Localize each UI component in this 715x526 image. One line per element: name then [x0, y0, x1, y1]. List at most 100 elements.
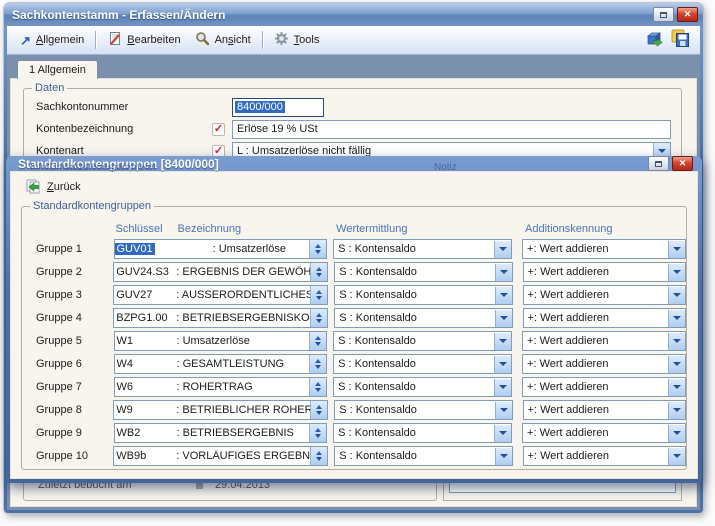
additionskennung-select[interactable]: +: Wert addieren	[522, 331, 686, 351]
dropdown-button[interactable]	[494, 379, 511, 396]
spinner-button[interactable]	[310, 309, 327, 327]
additionskennung-select[interactable]: +: Wert addieren	[522, 354, 686, 374]
save-icon[interactable]	[671, 29, 690, 51]
wertermittlung-select[interactable]: S : Kontensaldo	[334, 285, 512, 305]
wertermittlung-select[interactable]: S : Kontensaldo	[333, 354, 512, 374]
kontenbezeichnung-label: Kontenbezeichnung	[36, 123, 212, 135]
additionskennung-select[interactable]: +: Wert addieren	[523, 446, 686, 466]
tab-allgemein[interactable]: 1 Allgemein	[17, 60, 98, 79]
spinner-down-icon	[315, 250, 321, 254]
additionskennung-select[interactable]: +: Wert addieren	[523, 400, 686, 420]
schluessel-field[interactable]: GUV27 : AUSSERORDENTLICHES ERGEBNIS	[113, 285, 328, 305]
menu-allgemein[interactable]: ↗ Allgemein	[13, 31, 91, 49]
chevron-down-icon	[499, 247, 507, 251]
additionskennung-select[interactable]: +: Wert addieren	[523, 285, 686, 305]
schluessel-field[interactable]: BZPG1.00 : BETRIEBSERGEBNISKONTO	[113, 308, 328, 328]
schluessel-field[interactable]: W1 : Umsatzerlöse	[114, 331, 328, 351]
main-titlebar[interactable]: Sachkontenstamm - Erfassen/Ändern ✕	[4, 3, 703, 26]
wertermittlung-select[interactable]: S : Kontensaldo	[334, 446, 512, 466]
dropdown-button[interactable]	[495, 448, 512, 465]
schluessel-field[interactable]: W6 : ROHERTRAG	[114, 377, 328, 397]
spinner-button[interactable]	[309, 378, 326, 396]
dropdown-button[interactable]	[494, 356, 511, 373]
zurueck-button[interactable]: Zurück	[19, 176, 87, 199]
dropdown-button[interactable]	[494, 333, 511, 350]
dropdown-button[interactable]	[668, 264, 685, 281]
dropdown-button[interactable]	[668, 379, 685, 396]
additionskennung-select[interactable]: +: Wert addieren	[522, 423, 686, 443]
dropdown-button[interactable]	[668, 310, 685, 327]
key-description: : ERGEBNIS DER GEWÖHNLICHEN GES	[176, 266, 310, 278]
close-icon: ✕	[679, 159, 687, 168]
additionskennung-select[interactable]: +: Wert addieren	[522, 239, 686, 259]
dropdown-button[interactable]	[668, 241, 685, 258]
dropdown-button[interactable]	[495, 287, 512, 304]
header-schluessel: Schlüssel	[114, 223, 178, 235]
schluessel-field[interactable]: W9 : BETRIEBLICHER ROHERTRAG	[113, 400, 328, 420]
wertermittlung-select[interactable]: S : Kontensaldo	[333, 331, 512, 351]
close-button[interactable]: ✕	[677, 7, 698, 22]
chevron-down-icon	[500, 293, 508, 297]
dropdown-button[interactable]	[668, 425, 685, 442]
dialog-titlebar[interactable]: Standardkontengruppen [8400/000] Info/Um…	[6, 156, 702, 171]
spinner-button[interactable]	[309, 240, 326, 258]
dropdown-button[interactable]	[495, 264, 512, 281]
kontenbezeichnung-row: Kontenbezeichnung ✓ Erlöse 19 % USt	[36, 119, 671, 139]
schluessel-field[interactable]: GUV01 : Umsatzerlöse	[114, 239, 328, 259]
spinner-down-icon	[315, 434, 321, 438]
spinner-up-icon	[316, 451, 322, 455]
wertermittlung-select[interactable]: S : Kontensaldo	[333, 377, 512, 397]
export-package-icon[interactable]	[645, 30, 663, 51]
wertermittlung-select[interactable]: S : Kontensaldo	[333, 239, 512, 259]
schluessel-field[interactable]: WB9b : VORLÄUFIGES ERGEBNIS	[113, 446, 328, 466]
dialog-restore-button[interactable]	[648, 156, 669, 171]
schluessel-field[interactable]: GUV24.S3 : ERGEBNIS DER GEWÖHNLICHEN GES	[113, 262, 328, 282]
spinner-up-icon	[316, 267, 322, 271]
dropdown-button[interactable]	[668, 402, 685, 419]
dropdown-button[interactable]	[494, 241, 511, 258]
dropdown-button[interactable]	[494, 425, 511, 442]
menu-bearbeiten[interactable]: Bearbeiten	[100, 28, 187, 52]
menu-tools[interactable]: Tools	[267, 28, 327, 52]
dropdown-button[interactable]	[495, 310, 512, 327]
sachkontonummer-input[interactable]: 8400/000	[232, 98, 324, 117]
gear-icon	[274, 31, 289, 49]
spinner-button[interactable]	[310, 447, 327, 465]
wertermittlung-select[interactable]: S : Kontensaldo	[334, 308, 512, 328]
chevron-down-icon	[500, 316, 508, 320]
table-row: Gruppe 9 WB2 : BETRIEBSERGEBNIS S : Kont…	[36, 423, 686, 443]
key-description: : GESAMTLEISTUNG	[177, 358, 310, 370]
key-value: BZPG1.00	[114, 312, 176, 324]
group-label: Gruppe 9	[36, 427, 114, 439]
spinner-button[interactable]	[310, 286, 327, 304]
red-check-icon[interactable]: ✓	[212, 123, 225, 136]
schluessel-field[interactable]: WB2 : BETRIEBSERGEBNIS	[114, 423, 328, 443]
kontenbezeichnung-input[interactable]: Erlöse 19 % USt	[232, 120, 671, 139]
spinner-button[interactable]	[309, 424, 326, 442]
additionskennung-select[interactable]: +: Wert addieren	[523, 308, 686, 328]
restore-button[interactable]	[653, 7, 674, 22]
group-label: Gruppe 3	[36, 289, 113, 301]
menu-ansicht[interactable]: Ansicht	[188, 28, 258, 52]
dropdown-button[interactable]	[668, 333, 685, 350]
wertermittlung-select[interactable]: S : Kontensaldo	[334, 262, 512, 282]
key-description: : VORLÄUFIGES ERGEBNIS	[176, 450, 310, 462]
wertermittlung-select[interactable]: S : Kontensaldo	[334, 400, 512, 420]
spinner-button[interactable]	[310, 263, 327, 281]
dropdown-button[interactable]	[668, 356, 685, 373]
spinner-button[interactable]	[309, 332, 326, 350]
spinner-button[interactable]	[310, 401, 327, 419]
additionskennung-select[interactable]: +: Wert addieren	[522, 377, 686, 397]
dropdown-button[interactable]	[668, 448, 685, 465]
wertermittlung-select[interactable]: S : Kontensaldo	[333, 423, 512, 443]
hidden-legend-info: Info/Umsatzsteuerparameter	[30, 162, 157, 173]
dialog-close-button[interactable]: ✕	[672, 156, 693, 171]
additionskennung-select[interactable]: +: Wert addieren	[523, 262, 686, 282]
spinner-button[interactable]	[309, 355, 326, 373]
dropdown-button[interactable]	[495, 402, 512, 419]
group-label: Gruppe 5	[36, 335, 114, 347]
dropdown-button[interactable]	[668, 287, 685, 304]
spinner-down-icon	[315, 342, 321, 346]
schluessel-field[interactable]: W4 : GESAMTLEISTUNG	[114, 354, 328, 374]
spinner-down-icon	[316, 319, 322, 323]
